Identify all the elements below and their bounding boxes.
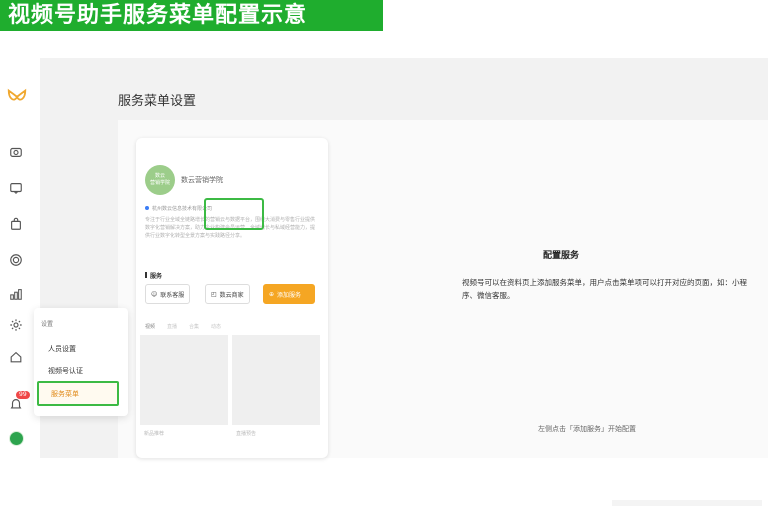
config-title: 配置服务: [543, 251, 580, 261]
profile-tabs: 视频 直播 合集 动态: [145, 323, 221, 332]
watermark-strip: [612, 500, 762, 506]
config-description: 视频号可以在资料页上添加服务菜单，用户点击菜单项可以打开对应的页面，如：小程序、…: [462, 278, 747, 300]
profile-org-text: 杭州数云信息技术有限公司: [152, 206, 213, 212]
verified-icon: [145, 206, 149, 210]
popup-heading: 设置: [41, 321, 54, 328]
chat-icon[interactable]: [8, 180, 24, 196]
tile-caption: 新品推荐: [144, 431, 165, 437]
app-logo-icon: [7, 88, 27, 101]
chart-icon[interactable]: [8, 286, 24, 302]
camera-icon[interactable]: [8, 144, 24, 160]
menu-item-personnel[interactable]: 人员设置: [48, 344, 76, 354]
profile-avatar: 数云 营销学院: [145, 165, 175, 195]
home-icon[interactable]: [8, 349, 24, 365]
notification-badge: 99: [16, 391, 30, 399]
service-label-text: 服务: [150, 273, 163, 280]
profile-preview: 数云 营销学院 数云营销学院 杭州数云信息技术有限公司 专注于行业全域全链路增长…: [136, 138, 328, 458]
page-title: 服务菜单设置: [118, 94, 197, 109]
user-avatar[interactable]: [9, 431, 24, 446]
plus-icon: ⊕: [269, 290, 275, 298]
service-shop-button[interactable]: ◰ 数云商家: [205, 284, 250, 304]
tile-caption: 直播预告: [236, 431, 257, 437]
tab-collections[interactable]: 合集: [189, 323, 199, 332]
menu-item-verification[interactable]: 视频号认证: [48, 366, 83, 376]
config-hint: 左侧点击「添加服务」开始配置: [538, 425, 636, 433]
service-shop-label: 数云商家: [219, 291, 244, 299]
video-tile[interactable]: [140, 335, 228, 425]
tab-live[interactable]: 直播: [167, 323, 177, 332]
gear-icon[interactable]: [8, 317, 24, 333]
add-service-highlight: [204, 198, 264, 230]
main-content: 服务菜单设置 数云 营销学院 数云营销学院 杭州数云信息技术有限公司 专注于行业…: [40, 58, 768, 458]
banner-title: 视频号助手服务菜单配置示意: [0, 0, 383, 31]
tab-moments[interactable]: 动态: [211, 323, 221, 332]
tab-videos[interactable]: 视频: [145, 323, 155, 332]
bag-icon[interactable]: [8, 216, 24, 232]
target-icon[interactable]: [8, 252, 24, 268]
service-label-bar: [145, 272, 147, 278]
service-section-label: 服务: [145, 271, 162, 280]
service-contact-button[interactable]: ☺ 联系客服: [145, 284, 191, 304]
menu-item-service-menu[interactable]: 服务菜单: [37, 381, 119, 406]
bag-icon: ◰: [211, 290, 217, 298]
add-service-button[interactable]: ⊕ 添加服务: [263, 284, 315, 304]
profile-name: 数云营销学院: [181, 176, 223, 184]
add-service-label: 添加服务: [277, 291, 302, 299]
service-contact-label: 联系客服: [160, 291, 185, 299]
profile-org: 杭州数云信息技术有限公司: [145, 205, 212, 212]
menu-item-service-menu-label: 服务菜单: [51, 390, 79, 398]
video-tile[interactable]: [232, 335, 320, 425]
chat-icon: ☺: [151, 290, 158, 298]
